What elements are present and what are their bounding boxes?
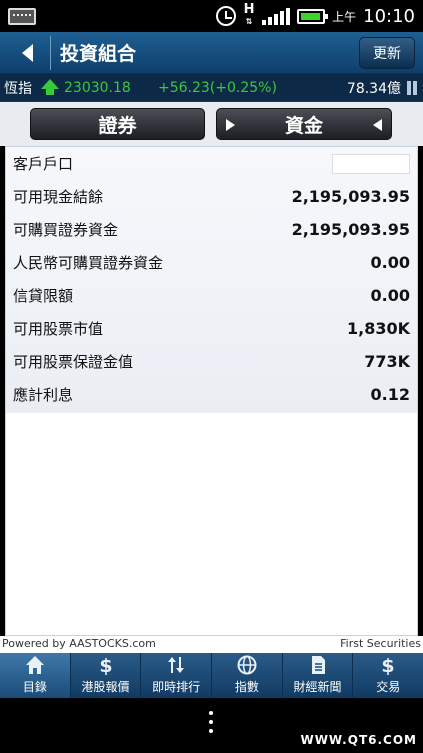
row-credit-limit: 信貸限額 0.00	[6, 279, 417, 312]
row-label: 可用股票保證金值	[13, 353, 134, 371]
alarm-icon	[216, 6, 237, 26]
nav-item-rankings[interactable]: 即時排行	[141, 653, 213, 698]
dollar-icon: $	[94, 654, 118, 676]
row-value: 773K	[364, 352, 410, 371]
row-value: 2,195,093.95	[291, 187, 410, 206]
row-value: 1,830K	[346, 319, 410, 338]
funds-panel: 客戶戶口 可用現金結餘 2,195,093.95 可購買證券資金 2,195,0…	[5, 146, 418, 636]
dollar-icon: $	[376, 654, 400, 676]
tab-funds[interactable]: 資金	[216, 108, 392, 140]
keyboard-icon	[8, 8, 36, 25]
account-value-box[interactable]	[332, 153, 410, 174]
nav-item-menu[interactable]: 目錄	[0, 653, 71, 698]
row-value: 0.00	[370, 286, 410, 305]
nav-item-news[interactable]: 財經新聞	[283, 653, 354, 698]
signal-icon	[262, 7, 291, 25]
row-label: 客戶戶口	[13, 155, 74, 173]
bottom-nav: 目錄 $ 港股報價 即時排行 指數 財經新聞 $ 交易	[0, 653, 423, 698]
nav-item-index[interactable]: 指數	[212, 653, 283, 698]
menu-dots-icon[interactable]	[209, 711, 214, 737]
tab-securities-label: 證券	[98, 114, 137, 137]
status-bar: H ⇅ 上午 10:10	[0, 0, 423, 32]
row-label: 信貸限額	[13, 287, 74, 305]
row-value: 2,195,093.95	[291, 220, 410, 239]
row-margin-value: 可用股票保證金值 773K	[6, 345, 417, 378]
watermark: WWW.QT6.COM	[300, 733, 417, 747]
row-rmb-buying-power: 人民幣可購買證券資金 0.00	[6, 246, 417, 279]
index-turnover: 78.34億	[346, 80, 401, 97]
triangle-left-icon	[373, 119, 382, 131]
nav-label: 港股報價	[81, 680, 130, 694]
row-label: 可用現金結餘	[13, 188, 104, 206]
nav-label: 指數	[234, 680, 259, 694]
tab-bar: 證券 資金	[0, 102, 423, 146]
index-change: +56.23(+0.25%)	[158, 79, 277, 96]
funds-list: 客戶戶口 可用現金結餘 2,195,093.95 可購買證券資金 2,195,0…	[6, 147, 417, 413]
nav-label: 目錄	[22, 680, 47, 694]
row-accrued-interest: 應計利息 0.12	[6, 378, 417, 411]
app-header: 投資組合 更新	[0, 32, 423, 74]
nav-item-hk-quotes[interactable]: $ 港股報價	[71, 653, 142, 698]
row-account: 客戶戶口	[6, 147, 417, 180]
play-icon	[226, 119, 235, 131]
row-value: 0.00	[370, 253, 410, 272]
svg-text:$: $	[99, 655, 112, 676]
powered-by-strip: Powered by AASTOCKS.com First Securities	[0, 636, 423, 653]
row-label: 可購買證券資金	[13, 221, 119, 239]
nav-label: 交易	[376, 680, 401, 694]
index-name: 恆指	[4, 80, 32, 97]
row-label: 人民幣可購買證券資金	[13, 254, 164, 272]
status-icons: H ⇅ 上午 10:10	[216, 0, 415, 32]
row-value: 0.12	[370, 385, 410, 404]
pause-icon[interactable]	[405, 81, 419, 95]
row-stock-market-value: 可用股票市值 1,830K	[6, 312, 417, 345]
index-ticker[interactable]: 恆指 23030.18 +56.23(+0.25%) 78.34億	[0, 74, 423, 102]
tab-securities[interactable]: 證券	[30, 108, 205, 140]
row-label: 可用股票市值	[13, 320, 104, 338]
header-divider	[50, 36, 51, 70]
globe-icon	[235, 654, 259, 676]
nav-label: 即時排行	[152, 680, 201, 694]
svg-text:$: $	[382, 655, 395, 676]
document-icon	[306, 654, 330, 676]
row-buying-power: 可購買證券資金 2,195,093.95	[6, 213, 417, 246]
network-type-indicator: H ⇅	[243, 2, 255, 26]
back-button[interactable]	[8, 38, 48, 68]
row-label: 應計利息	[13, 386, 74, 404]
index-value: 23030.18	[64, 79, 131, 96]
broker-name: First Securities	[340, 637, 421, 650]
powered-by-text: Powered by AASTOCKS.com	[2, 637, 156, 650]
battery-icon	[297, 8, 329, 24]
sort-arrows-icon	[164, 654, 188, 676]
system-nav-bar: WWW.QT6.COM	[0, 698, 423, 753]
clock: 10:10	[363, 5, 415, 27]
tab-funds-label: 資金	[284, 114, 323, 137]
home-icon	[23, 654, 47, 676]
up-arrow-icon	[41, 79, 59, 95]
back-arrow-icon	[22, 44, 33, 62]
page-title: 投資組合	[60, 43, 137, 65]
refresh-button[interactable]: 更新	[359, 37, 415, 69]
row-available-cash: 可用現金結餘 2,195,093.95	[6, 180, 417, 213]
am-pm: 上午	[332, 9, 357, 24]
nav-label: 財經新聞	[293, 680, 342, 694]
nav-item-trade[interactable]: $ 交易	[353, 653, 423, 698]
